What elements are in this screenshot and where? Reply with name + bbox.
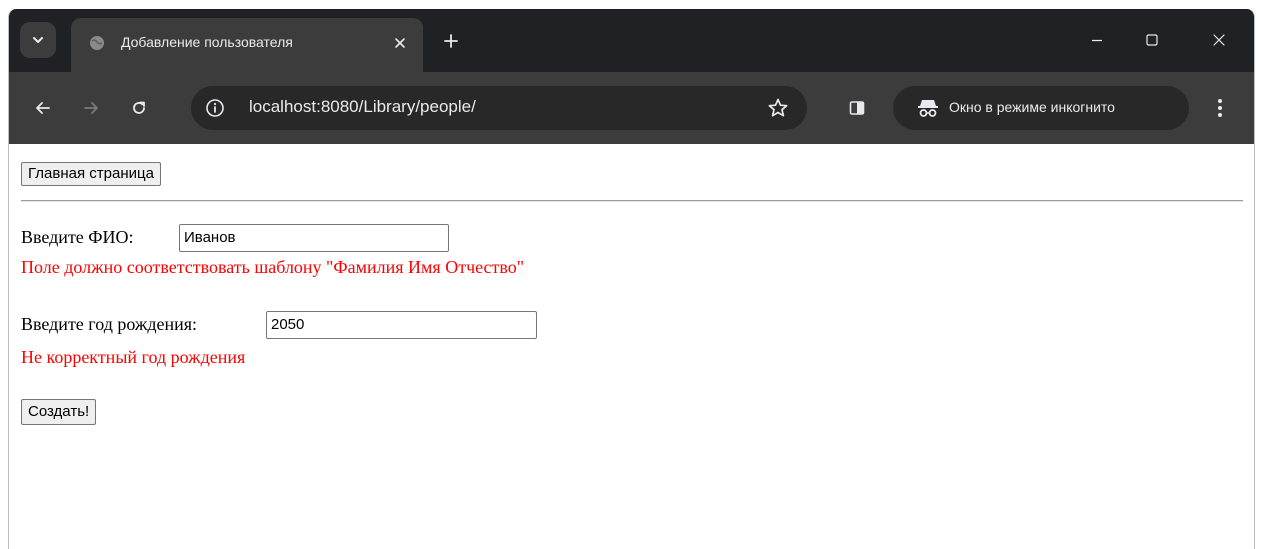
page-content: Главная страница Введите ФИО: Иванов Пол… bbox=[9, 144, 1254, 549]
tab-title: Добавление пользователя bbox=[121, 34, 293, 50]
year-error: Не корректный год рождения bbox=[21, 347, 246, 367]
create-button[interactable]: Создать! bbox=[21, 399, 97, 425]
globe-icon bbox=[90, 36, 104, 50]
side-panel-button[interactable] bbox=[845, 96, 869, 120]
back-button[interactable] bbox=[31, 96, 55, 120]
tab-active[interactable]: Добавление пользователя bbox=[71, 18, 423, 72]
browser-menu-button[interactable] bbox=[1210, 94, 1230, 122]
close-icon bbox=[1213, 34, 1225, 46]
info-icon[interactable] bbox=[205, 98, 225, 118]
reload-icon bbox=[133, 101, 145, 114]
tab-close-button[interactable] bbox=[391, 34, 409, 52]
side-panel-icon bbox=[849, 101, 865, 115]
address-bar[interactable]: localhost:8080/Library/people/ bbox=[191, 86, 807, 130]
plus-icon bbox=[444, 34, 458, 48]
minimize-button[interactable] bbox=[1084, 27, 1110, 53]
tab-strip: Добавление пользователя bbox=[9, 9, 1254, 72]
chevron-down-icon bbox=[33, 37, 43, 43]
incognito-icon bbox=[918, 100, 938, 117]
home-page-button[interactable]: Главная страница bbox=[21, 162, 161, 186]
year-label: Введите год рождения: bbox=[21, 314, 198, 334]
year-input[interactable]: 2050 bbox=[266, 311, 537, 339]
toolbar: localhost:8080/Library/people/ Окно в ре… bbox=[9, 72, 1254, 144]
new-tab-button[interactable] bbox=[441, 31, 461, 51]
maximize-icon bbox=[1146, 34, 1158, 46]
arrow-right-icon bbox=[84, 102, 98, 114]
name-input[interactable]: Иванов bbox=[179, 224, 449, 252]
name-label: Введите ФИО: bbox=[21, 227, 134, 247]
name-error: Поле должно соответствовать шаблону "Фам… bbox=[21, 257, 525, 277]
horizontal-rule bbox=[21, 200, 1243, 202]
tab-search-button[interactable] bbox=[20, 22, 56, 58]
close-window-button[interactable] bbox=[1206, 27, 1232, 53]
maximize-button[interactable] bbox=[1139, 27, 1165, 53]
close-icon bbox=[395, 38, 405, 48]
incognito-indicator[interactable]: Окно в режиме инкогнито bbox=[893, 86, 1189, 130]
star-icon[interactable] bbox=[767, 97, 789, 119]
url-text[interactable]: localhost:8080/Library/people/ bbox=[249, 97, 476, 117]
browser-window: Добавление пользователя localhost:8080/L… bbox=[8, 9, 1255, 549]
more-vertical-icon bbox=[1218, 99, 1222, 117]
incognito-label: Окно в режиме инкогнито bbox=[949, 99, 1115, 115]
reload-button[interactable] bbox=[127, 96, 151, 120]
minimize-icon bbox=[1092, 39, 1102, 42]
forward-button[interactable] bbox=[79, 96, 103, 120]
arrow-left-icon bbox=[36, 102, 50, 114]
